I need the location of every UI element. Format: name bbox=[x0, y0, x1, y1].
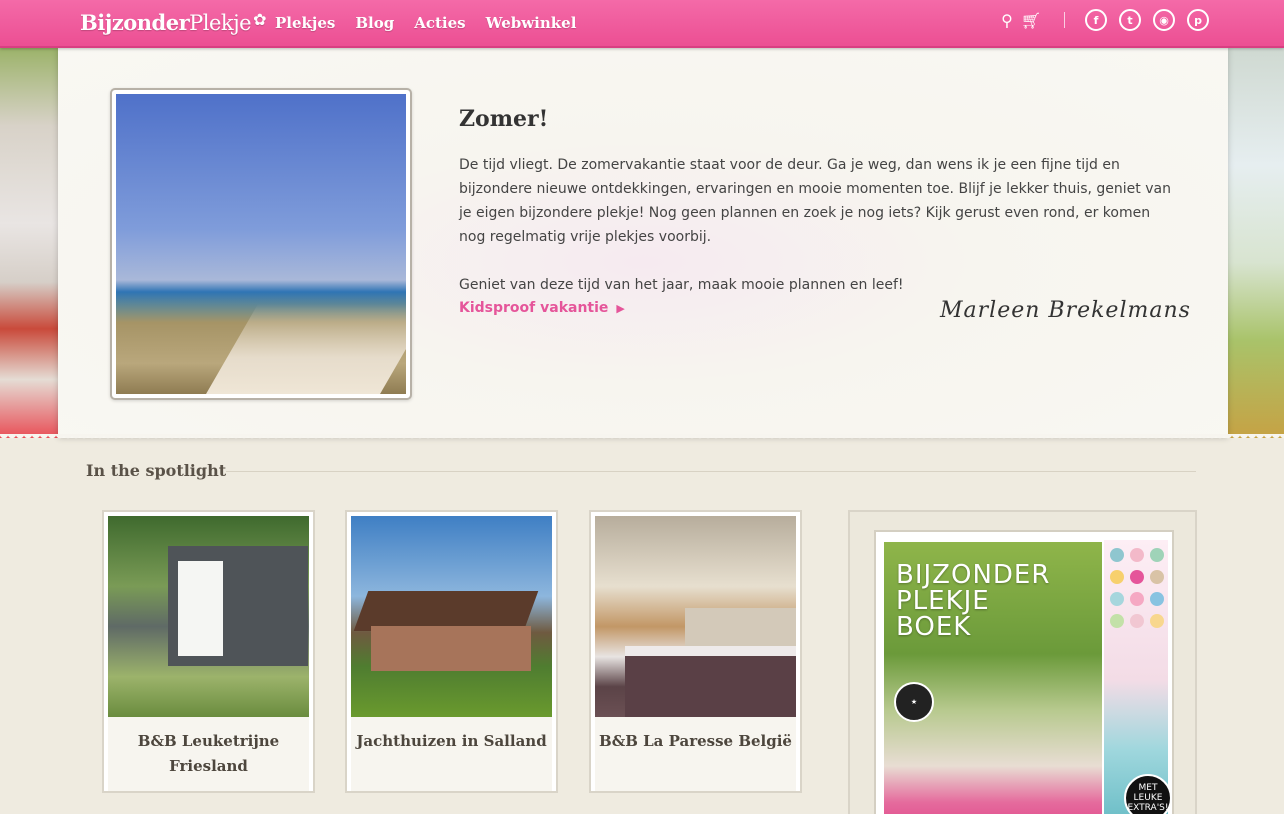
sticker-dot bbox=[1150, 548, 1164, 562]
sticker-dot bbox=[1150, 614, 1164, 628]
search-icon[interactable]: ⚲ bbox=[998, 9, 1016, 31]
header-icons: ⚲ 🛒︎ f t ◉ p bbox=[998, 9, 1221, 31]
cart-icon[interactable]: 🛒︎ bbox=[1021, 9, 1041, 31]
sticker-dot bbox=[1110, 592, 1124, 606]
arrow-right-icon: ▶ bbox=[616, 301, 625, 315]
site-logo[interactable]: BijzonderPlekje ✿ bbox=[80, 10, 266, 35]
nav-item-acties[interactable]: Acties bbox=[414, 14, 465, 32]
main-nav: Plekjes Blog Acties Webwinkel bbox=[275, 14, 576, 32]
beach-image bbox=[116, 94, 406, 394]
sticker-sheet bbox=[1104, 540, 1168, 814]
side-photo-left bbox=[0, 48, 58, 438]
lodge-shape bbox=[371, 626, 531, 671]
book-promo[interactable]: BIJZONDER PLEKJE BOEK ★ MET LEUKE EXTRA'… bbox=[848, 510, 1197, 814]
book-title-line: BIJZONDER bbox=[896, 560, 1051, 590]
hero-paragraph: De tijd vliegt. De zomervakantie staat v… bbox=[459, 157, 1171, 245]
hero-photo bbox=[110, 88, 412, 400]
hero-text: De tijd vliegt. De zomervakantie staat v… bbox=[459, 153, 1179, 321]
top-navigation-bar: BijzonderPlekje ✿ Plekjes Blog Acties Web… bbox=[0, 0, 1284, 48]
spotlight-divider bbox=[226, 471, 1196, 472]
bed-shape bbox=[625, 646, 796, 717]
logo-text-light: Plekje bbox=[189, 11, 252, 35]
hero-paragraph: Geniet van deze tijd van het jaar, maak … bbox=[459, 277, 904, 293]
card-caption: Jachthuizen in Salland bbox=[351, 717, 552, 791]
spotlight-card[interactable]: B&B Leuketrijne Friesland bbox=[102, 510, 315, 793]
nav-item-webwinkel[interactable]: Webwinkel bbox=[486, 14, 577, 32]
card-caption: B&B La Paresse België bbox=[595, 717, 796, 791]
pinterest-icon[interactable]: p bbox=[1187, 9, 1209, 31]
card-caption: B&B Leuketrijne Friesland bbox=[108, 717, 309, 791]
sticker-dot bbox=[1150, 592, 1164, 606]
sticker-dot bbox=[1130, 548, 1144, 562]
book-title-line: PLEKJE bbox=[896, 586, 990, 616]
card-image bbox=[108, 516, 309, 717]
book-badge: ★ bbox=[894, 682, 934, 722]
sticker-dot bbox=[1130, 570, 1144, 584]
lodge-roof-shape bbox=[353, 591, 539, 631]
kidsproof-link-label: Kidsproof vakantie bbox=[459, 300, 609, 316]
book-image: BIJZONDER PLEKJE BOEK ★ MET LEUKE EXTRA'… bbox=[874, 530, 1174, 814]
side-photo-right bbox=[1228, 48, 1284, 438]
sticker-dot bbox=[1110, 570, 1124, 584]
shed-door-shape bbox=[178, 561, 223, 656]
nav-item-plekjes[interactable]: Plekjes bbox=[275, 14, 335, 32]
hero-section: Zomer! De tijd vliegt. De zomervakantie … bbox=[58, 48, 1228, 438]
card-image bbox=[351, 516, 552, 717]
spotlight-card[interactable]: B&B La Paresse België bbox=[589, 510, 802, 793]
extras-badge: MET LEUKE EXTRA'S! bbox=[1124, 774, 1172, 814]
sticker-dot bbox=[1130, 614, 1144, 628]
hero-title: Zomer! bbox=[459, 106, 549, 132]
kidsproof-link[interactable]: Kidsproof vakantie ▶ bbox=[459, 300, 625, 316]
headboard-shape bbox=[685, 608, 796, 648]
logo-text-bold: Bijzonder bbox=[80, 10, 190, 35]
book-title: BIJZONDER PLEKJE BOEK bbox=[896, 562, 1050, 640]
sticker-dot bbox=[1110, 548, 1124, 562]
scallop-divider bbox=[0, 434, 1284, 442]
spotlight-card[interactable]: Jachthuizen in Salland bbox=[345, 510, 558, 793]
signature: Marleen Brekelmans bbox=[940, 298, 1191, 323]
facebook-icon[interactable]: f bbox=[1085, 9, 1107, 31]
sticker-dot bbox=[1150, 570, 1164, 584]
spotlight-title: In the spotlight bbox=[86, 461, 227, 480]
nav-item-blog[interactable]: Blog bbox=[355, 14, 394, 32]
twitter-icon[interactable]: t bbox=[1119, 9, 1141, 31]
flower-icon: ✿ bbox=[253, 10, 266, 29]
instagram-icon[interactable]: ◉ bbox=[1153, 9, 1175, 31]
book-cover: BIJZONDER PLEKJE BOEK ★ bbox=[884, 542, 1102, 814]
sticker-dot bbox=[1130, 592, 1144, 606]
card-image bbox=[595, 516, 796, 717]
sticker-dot bbox=[1110, 614, 1124, 628]
header-divider bbox=[1064, 12, 1065, 28]
book-title-line: BOEK bbox=[896, 612, 972, 642]
